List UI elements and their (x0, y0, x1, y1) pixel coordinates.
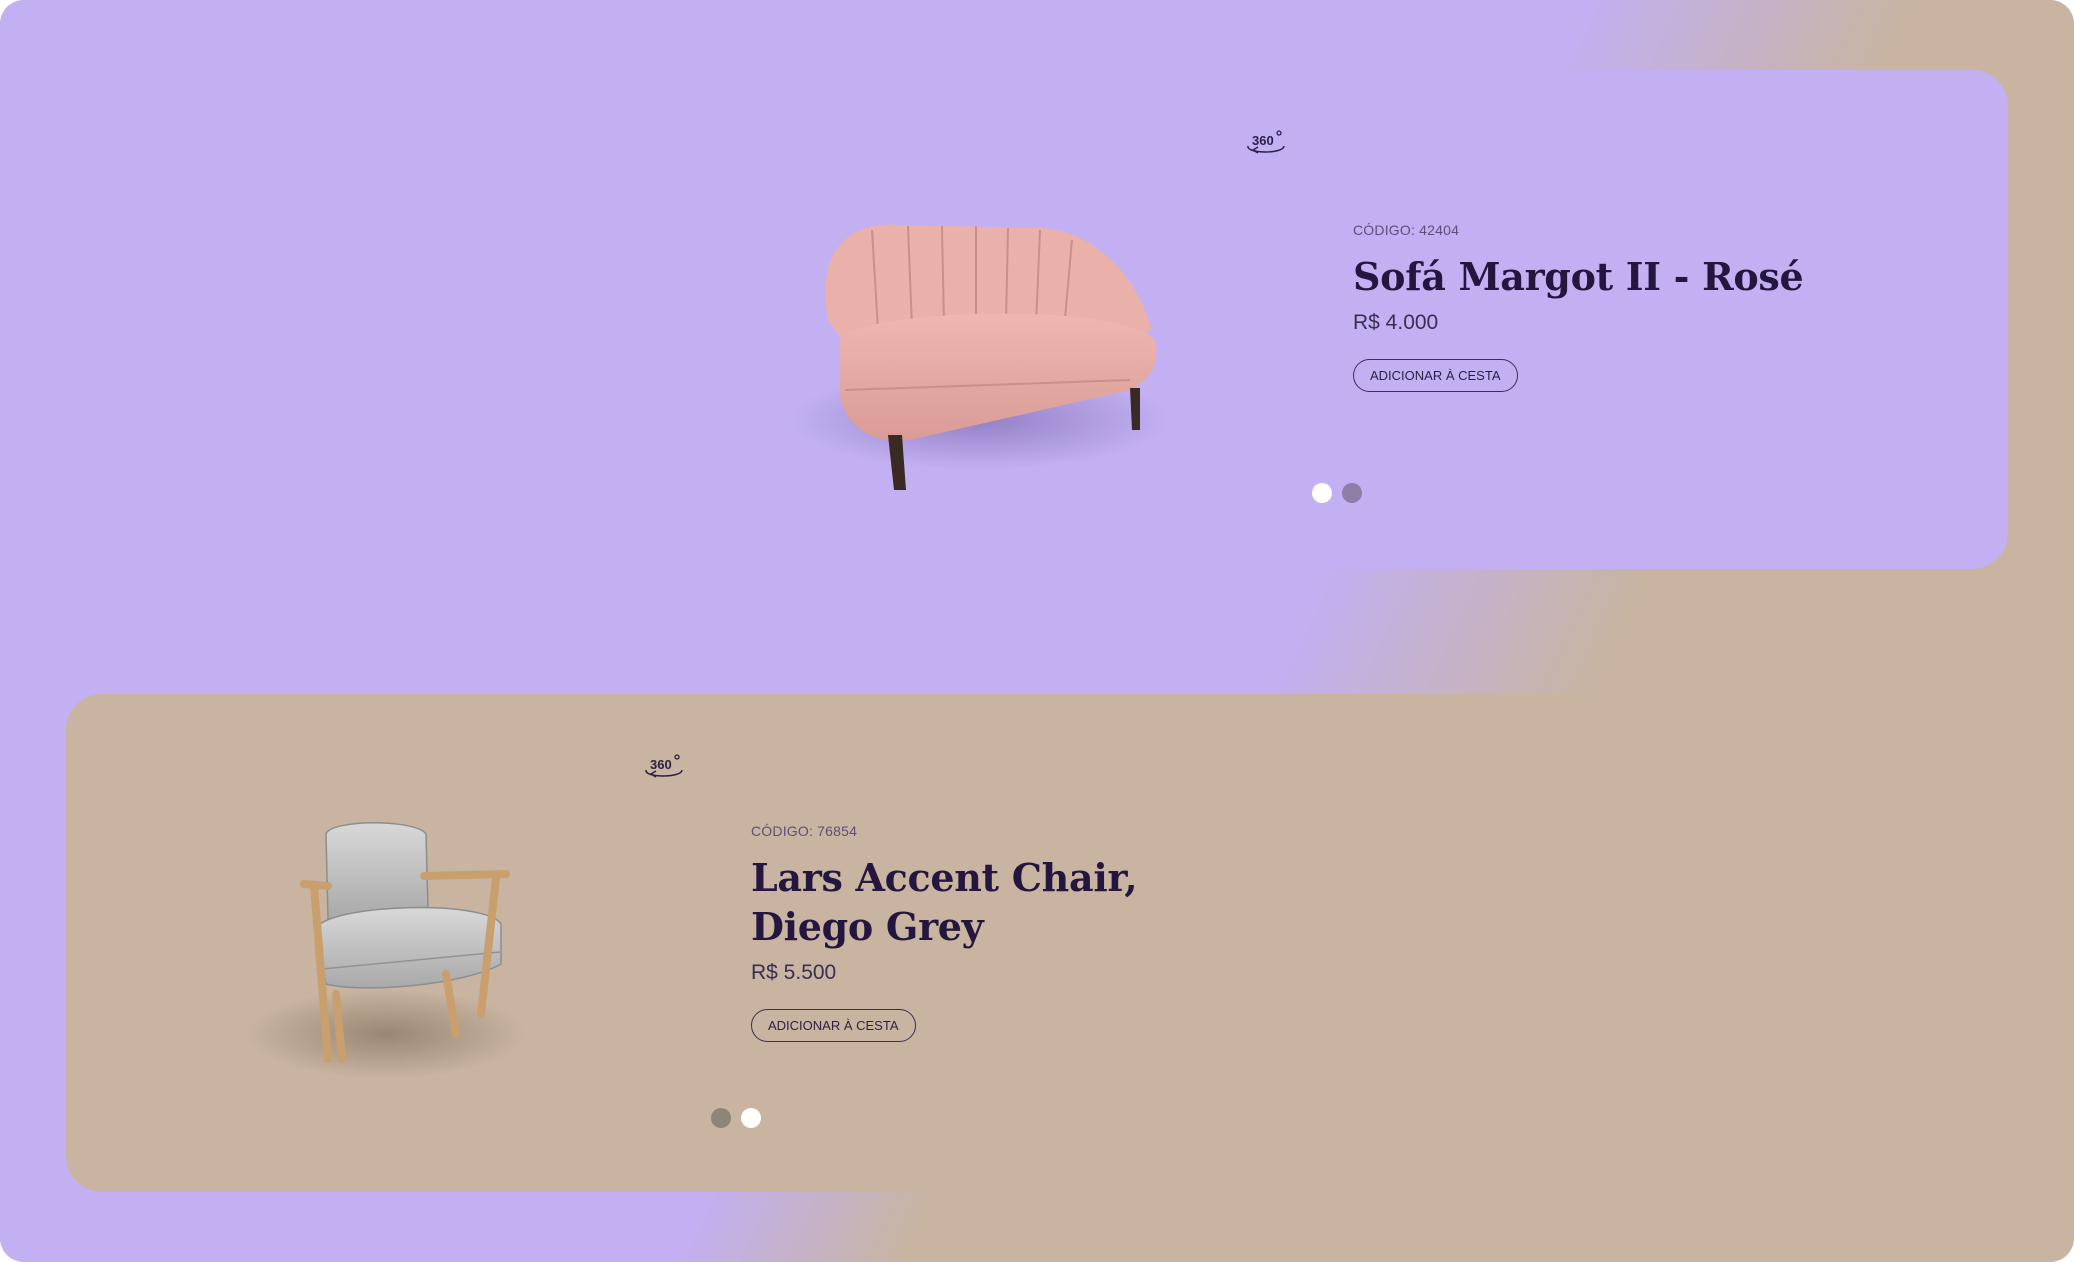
product-name: Lars Accent Chair, Diego Grey (751, 853, 1138, 951)
product-name-line-1: Lars Accent Chair, (751, 855, 1138, 900)
product-price: R$ 5.500 (751, 961, 837, 984)
product-image-sofa[interactable] (790, 190, 1210, 490)
svg-text:360: 360 (1252, 133, 1274, 148)
svg-text:360: 360 (650, 757, 672, 772)
product-card-armchair: 360 CÓDIGO: 76854 Lars Accent Chair, Die… (66, 694, 2074, 1192)
pink-sofa-illustration (790, 224, 1170, 490)
carousel-dot-2[interactable] (1342, 483, 1362, 503)
product-info-armchair: CÓDIGO: 76854 Lars Accent Chair, Diego G… (751, 823, 1138, 1042)
360-rotate-glyph: 360 (645, 754, 683, 778)
carousel-dots-sofa (1312, 483, 1362, 503)
carousel-dot-2-active[interactable] (741, 1108, 761, 1128)
product-name-line-2: Diego Grey (751, 904, 984, 949)
product-code: CÓDIGO: 42404 (1353, 222, 1460, 238)
add-to-cart-button[interactable]: ADICIONAR À CESTA (1353, 359, 1518, 392)
product-code: CÓDIGO: 76854 (751, 823, 858, 839)
add-to-cart-button[interactable]: ADICIONAR À CESTA (751, 1009, 916, 1042)
product-info-sofa: CÓDIGO: 42404 Sofá Margot II - Rosé R$ 4… (1353, 222, 1804, 392)
product-name: Sofá Margot II - Rosé (1353, 254, 1804, 299)
carousel-dots-armchair (711, 1108, 761, 1128)
product-card-sofa: 360 CÓDIGO: 42404 Sofá Margot II - Rosé … (0, 70, 2008, 569)
grey-armchair-illustration (246, 822, 526, 1079)
360-view-icon[interactable]: 360 (642, 752, 686, 784)
carousel-dot-1[interactable] (711, 1108, 731, 1128)
carousel-dot-1-active[interactable] (1312, 483, 1332, 503)
360-rotate-glyph: 360 (1247, 130, 1285, 154)
360-view-icon[interactable]: 360 (1244, 128, 1288, 160)
product-image-armchair[interactable] (246, 814, 586, 1084)
product-price: R$ 4.000 (1353, 311, 1439, 334)
